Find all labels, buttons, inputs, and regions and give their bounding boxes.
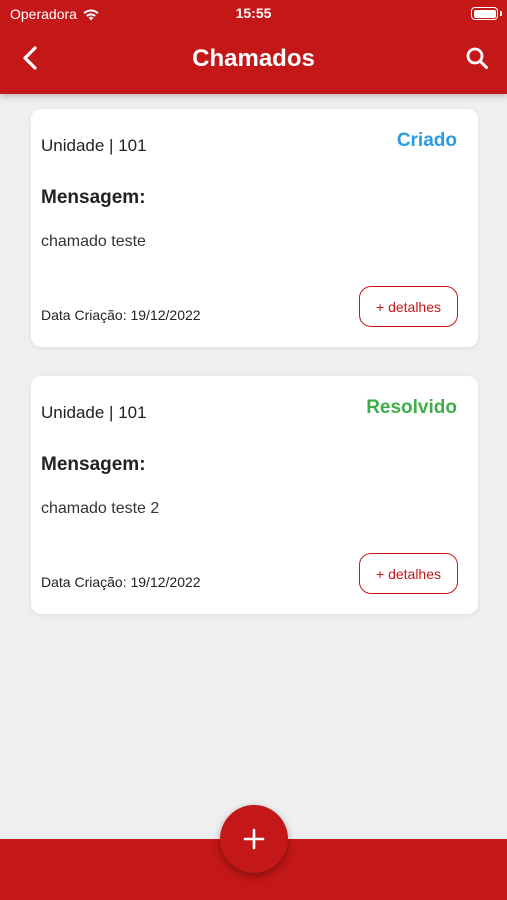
details-button[interactable]: + detalhes [359, 553, 458, 594]
ticket-card[interactable]: Unidade | 101 Criado Mensagem: chamado t… [31, 109, 478, 347]
message-label: Mensagem: [41, 187, 146, 208]
ticket-unit: Unidade | 101 [41, 136, 147, 155]
ticket-status: Resolvido [366, 397, 457, 418]
plus-icon [243, 828, 265, 850]
nav-bar: Chamados [0, 28, 507, 94]
page-title: Chamados [192, 45, 315, 72]
app-header: Operadora 15:55 Chamados [0, 0, 507, 94]
ticket-unit: Unidade | 101 [41, 403, 147, 422]
status-bar: Operadora 15:55 [0, 0, 507, 28]
search-button[interactable] [461, 42, 493, 74]
search-icon [466, 47, 488, 69]
status-time: 15:55 [235, 5, 272, 21]
message-text: chamado teste [41, 233, 146, 250]
details-button[interactable]: + detalhes [359, 286, 458, 327]
creation-date: Data Criação: 19/12/2022 [41, 307, 201, 323]
ticket-status: Criado [396, 130, 457, 151]
add-ticket-button[interactable] [220, 805, 288, 873]
message-label: Mensagem: [41, 454, 146, 475]
ticket-card[interactable]: Unidade | 101 Resolvido Mensagem: chamad… [31, 376, 478, 614]
battery-full-icon [471, 7, 498, 20]
battery-level [473, 9, 496, 18]
message-text: chamado teste 2 [41, 500, 160, 517]
battery-tip [500, 11, 502, 16]
creation-date: Data Criação: 19/12/2022 [41, 574, 201, 590]
